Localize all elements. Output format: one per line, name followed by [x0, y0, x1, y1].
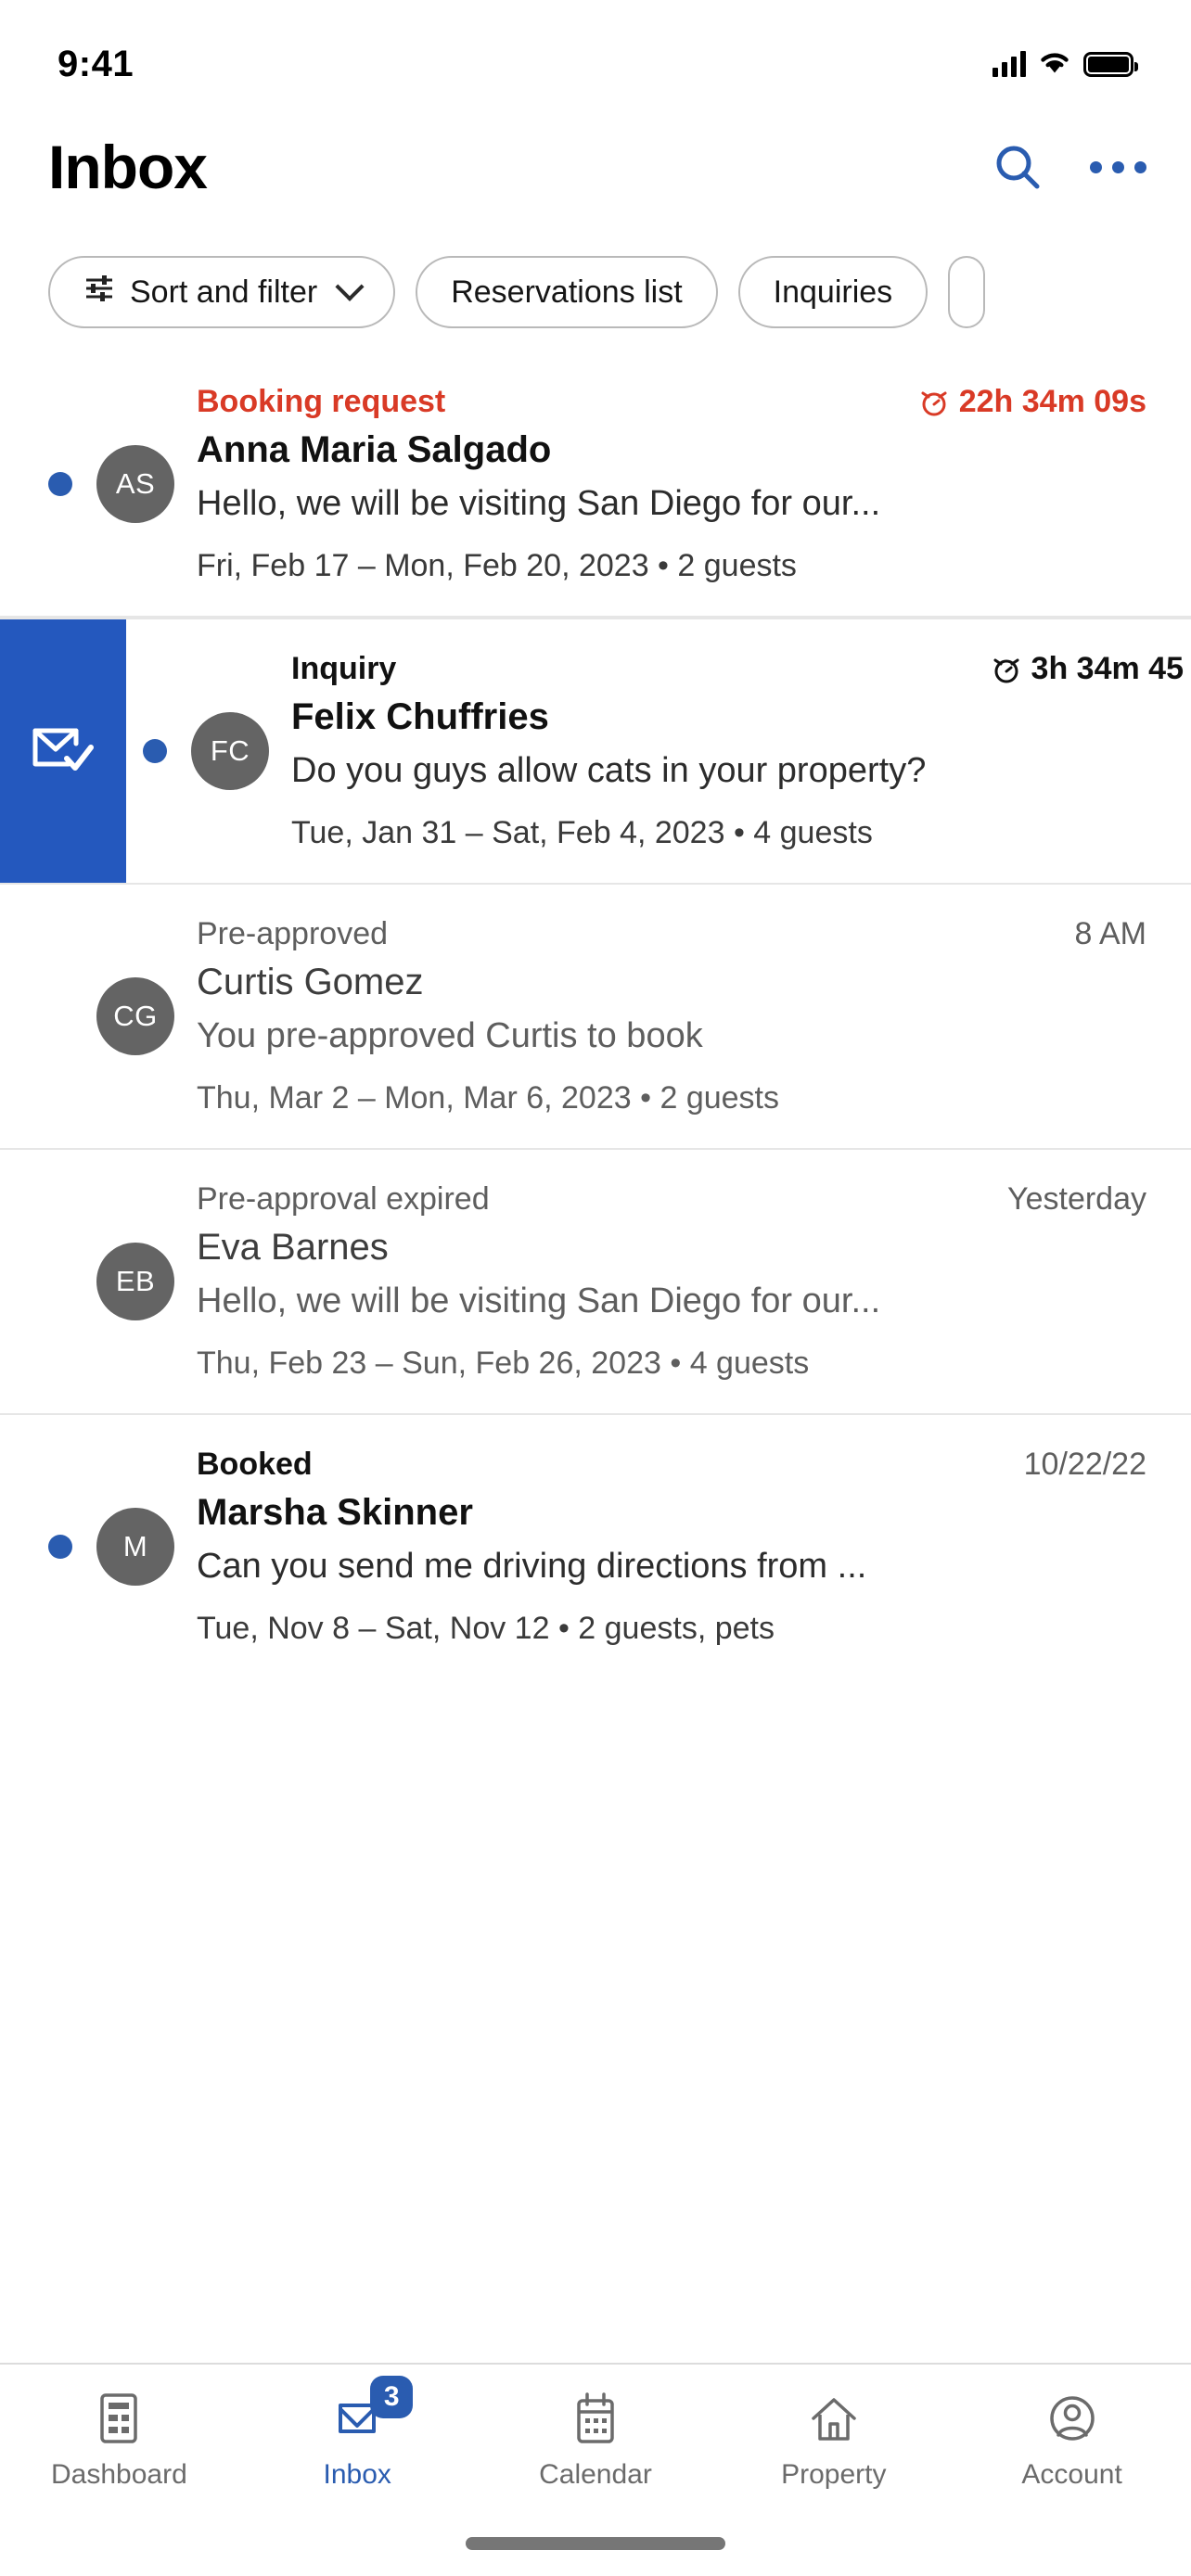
chip-inquiries[interactable]: Inquiries	[737, 256, 928, 328]
guest-name: Marsha Skinner	[197, 1492, 473, 1533]
list-item[interactable]: CG Pre-approved 8 AM Curtis Gomez You pr…	[0, 885, 1191, 1150]
tab-label: Calendar	[539, 2459, 652, 2490]
status-badge: Inquiry	[291, 651, 397, 686]
status-icons	[992, 50, 1138, 79]
more-options-icon[interactable]	[1089, 138, 1146, 196]
tab-calendar[interactable]: Calendar	[477, 2389, 715, 2491]
list-scroll-fade	[0, 2307, 1191, 2363]
timer-label: 3h 34m 45	[991, 651, 1184, 687]
wifi-icon	[1039, 50, 1070, 79]
status-badge: Booked	[197, 1447, 313, 1482]
message-preview: You pre-approved Curtis to book	[197, 1016, 703, 1055]
tab-inbox[interactable]: 3 Inbox	[238, 2376, 477, 2491]
tab-account[interactable]: Account	[953, 2389, 1191, 2491]
home-indicator[interactable]	[466, 2537, 725, 2550]
timer-text: 22h 34m 09s	[958, 384, 1146, 419]
sliders-filter-icon	[83, 273, 115, 312]
tab-label: Property	[781, 2459, 887, 2490]
avatar: EB	[96, 1243, 174, 1320]
guest-name: Eva Barnes	[197, 1227, 389, 1268]
mark-as-read-envelope-icon	[30, 720, 96, 784]
message-preview: Can you send me driving directions from …	[197, 1547, 867, 1586]
status-time: 9:41	[58, 43, 134, 84]
avatar: M	[96, 1508, 174, 1586]
avatar: AS	[96, 445, 174, 523]
dashboard-icon	[89, 2389, 148, 2448]
message-preview: Do you guys allow cats in your property?	[291, 751, 927, 790]
page-title: Inbox	[48, 133, 208, 201]
reservation-dates: Fri, Feb 17 – Mon, Feb 20, 2023 • 2 gues…	[197, 548, 797, 583]
timestamp: 8 AM	[1075, 916, 1146, 952]
account-person-icon	[1043, 2389, 1102, 2448]
list-item[interactable]: AS Booking request 22h 34m 09s Anna Mari…	[0, 352, 1191, 618]
status-badge: Booking request	[197, 384, 446, 419]
filter-chips[interactable]: Sort and filter Reservations list Inquir…	[0, 232, 1191, 352]
timestamp-text: 8 AM	[1074, 916, 1146, 951]
reservation-dates: Thu, Mar 2 – Mon, Mar 6, 2023 • 2 guests	[197, 1080, 779, 1116]
tab-label: Dashboard	[51, 2459, 187, 2490]
avatar: FC	[191, 712, 269, 790]
message-preview: Hello, we will be visiting San Diego for…	[197, 1282, 881, 1320]
timestamp: 10/22/22	[1024, 1447, 1146, 1483]
reservation-dates: Tue, Nov 8 – Sat, Nov 12 • 2 guests, pet…	[197, 1611, 775, 1646]
alarm-clock-icon	[993, 658, 1019, 682]
chip-label: Sort and filter	[130, 274, 318, 310]
timer-label: 22h 34m 09s	[918, 384, 1146, 420]
guest-name: Felix Chuffries	[291, 696, 549, 737]
inbox-screen: 9:41 Inbox Sort and filter Reservations …	[0, 0, 1191, 2576]
unread-badge: 3	[370, 2376, 414, 2418]
chip-label: Inquiries	[773, 274, 893, 310]
message-preview: Hello, we will be visiting San Diego for…	[197, 484, 881, 523]
unread-indicator	[48, 1535, 96, 1559]
tab-label: Inbox	[323, 2459, 391, 2490]
status-badge: Pre-approved	[197, 916, 389, 951]
page-header: Inbox	[0, 102, 1191, 232]
inbox-envelope-icon: 3	[327, 2376, 414, 2448]
tab-dashboard[interactable]: Dashboard	[0, 2389, 238, 2491]
chip-sort-and-filter[interactable]: Sort and filter	[48, 256, 396, 328]
status-bar: 9:41	[0, 0, 1191, 102]
house-icon	[804, 2389, 864, 2448]
battery-full-icon	[1083, 51, 1138, 77]
chip-reservations-list[interactable]: Reservations list	[416, 256, 718, 328]
chip-label: Reservations list	[451, 274, 683, 310]
timestamp-text: Yesterday	[1007, 1181, 1146, 1217]
status-badge: Pre-approval expired	[197, 1181, 490, 1217]
list-item[interactable]: EB Pre-approval expired Yesterday Eva Ba…	[0, 1150, 1191, 1415]
signal-bars-icon	[992, 51, 1026, 77]
message-list: AS Booking request 22h 34m 09s Anna Mari…	[0, 352, 1191, 2363]
timestamp: Yesterday	[1007, 1181, 1146, 1218]
tab-property[interactable]: Property	[714, 2389, 953, 2491]
list-item-content[interactable]: FC Inquiry 3h 34m 45 Felix Chuffries Do …	[126, 619, 1191, 883]
reservation-dates: Tue, Jan 31 – Sat, Feb 4, 2023 • 4 guest…	[291, 815, 873, 850]
list-item[interactable]: M Booked 10/22/22 Marsha Skinner Can you…	[0, 1415, 1191, 1678]
unread-indicator	[48, 472, 96, 496]
list-item-swiped[interactable]: FC Inquiry 3h 34m 45 Felix Chuffries Do …	[0, 618, 1191, 885]
header-actions	[989, 138, 1146, 196]
chevron-down-icon	[335, 272, 365, 301]
timestamp-text: 10/22/22	[1023, 1447, 1146, 1482]
reservation-dates: Thu, Feb 23 – Sun, Feb 26, 2023 • 4 gues…	[197, 1345, 810, 1381]
unread-indicator	[143, 739, 191, 763]
guest-name: Anna Maria Salgado	[197, 429, 552, 470]
guest-name: Curtis Gomez	[197, 962, 424, 1002]
search-icon[interactable]	[989, 138, 1046, 196]
mark-as-read-button[interactable]	[0, 619, 126, 883]
tab-label: Account	[1021, 2459, 1122, 2490]
alarm-clock-icon	[921, 391, 947, 415]
avatar: CG	[96, 977, 174, 1055]
calendar-icon	[566, 2389, 625, 2448]
timer-text: 3h 34m 45	[1031, 651, 1184, 686]
chip-next-partial[interactable]	[948, 256, 986, 328]
